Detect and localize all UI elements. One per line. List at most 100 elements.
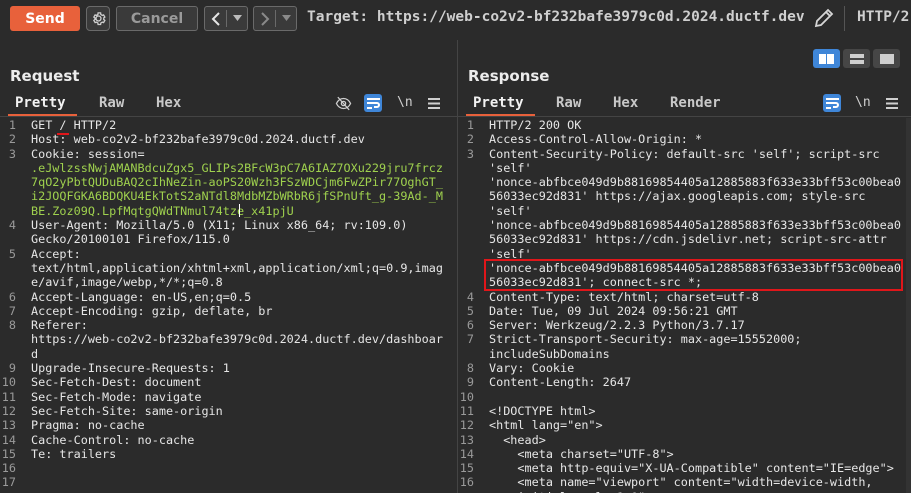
line-number: 15 bbox=[1, 446, 16, 461]
line-text: HTTP/2 200 OK bbox=[489, 118, 582, 132]
code-line: 'nonce-abfbce049d9b88169854405a12885883f… bbox=[458, 175, 906, 189]
line-text: Sec-Fetch-Dest: document bbox=[31, 375, 202, 390]
code-line: d bbox=[0, 347, 452, 361]
tab-hex[interactable]: Hex bbox=[156, 95, 181, 111]
line-text: 56033ec92d831' https://ajax.googleapis.c… bbox=[489, 189, 866, 204]
chevron-down-icon bbox=[232, 15, 242, 21]
code-line: 12 Sec-Fetch-Site: same-origin bbox=[0, 404, 452, 418]
line-number: 15 bbox=[459, 461, 474, 476]
line-text: Accept-Language: en-US,en;q=0.5 bbox=[31, 289, 252, 304]
code-line: 'self' bbox=[458, 247, 906, 261]
code-line: 16 bbox=[0, 461, 452, 475]
cancel-button[interactable]: Cancel bbox=[116, 6, 198, 31]
edit-target-button[interactable] bbox=[812, 6, 836, 30]
code-line: 7qO2yPbtQUDuBAQ2cIhNeZin-aoPS20Wzh3FSzWD… bbox=[0, 175, 452, 189]
settings-button[interactable] bbox=[86, 6, 110, 31]
tab-hex[interactable]: Hex bbox=[613, 95, 638, 111]
line-text: Pragma: no-cache bbox=[31, 418, 145, 433]
code-line: 13 <head> bbox=[458, 433, 906, 447]
line-number: 4 bbox=[8, 218, 16, 233]
divider bbox=[458, 116, 911, 117]
line-text: 'self' bbox=[489, 160, 532, 175]
http-version-selector[interactable]: HTTP/2 bbox=[857, 9, 909, 25]
line-number: 2 bbox=[8, 132, 16, 147]
wrap-lines-button[interactable] bbox=[364, 94, 382, 112]
layout-side-by-side-button[interactable] bbox=[813, 49, 840, 68]
gear-icon bbox=[92, 12, 106, 26]
request-menu-button[interactable] bbox=[425, 94, 443, 112]
tab-raw[interactable]: Raw bbox=[556, 95, 581, 111]
wrap-lines-button[interactable] bbox=[823, 94, 841, 112]
newline-toggle-button[interactable]: \n bbox=[855, 95, 871, 110]
rows-icon bbox=[849, 53, 864, 64]
forward-button[interactable] bbox=[254, 7, 275, 30]
response-scrollbar[interactable] bbox=[906, 118, 911, 493]
response-editor[interactable]: 1 HTTP/2 200 OK 2 Access-Control-Allow-Orig… bbox=[458, 118, 906, 493]
response-menu-button[interactable] bbox=[883, 94, 901, 112]
line-text: i2JOQFGKA6BDQKU4EkTotS2aNTdl8MdbMZbWRbR6… bbox=[31, 189, 443, 204]
line-text: d bbox=[31, 346, 39, 361]
request-title: Request bbox=[10, 67, 80, 85]
line-number: 13 bbox=[459, 432, 474, 447]
line-text: includeSubDomains bbox=[489, 346, 610, 361]
line-text: Te: trailers bbox=[31, 446, 117, 461]
line-number: 3 bbox=[8, 146, 16, 161]
line-number: 16 bbox=[459, 475, 474, 490]
back-history-dropdown[interactable] bbox=[227, 7, 247, 30]
back-button[interactable] bbox=[205, 7, 226, 30]
layout-stacked-button[interactable] bbox=[843, 49, 870, 68]
code-line: 2 Access-Control-Allow-Origin: * bbox=[458, 132, 906, 146]
send-button[interactable]: Send bbox=[10, 6, 80, 31]
request-editor[interactable]: 1 GET / HTTP/2 2 Host: web-co2v2-bf232bafe3… bbox=[0, 118, 452, 493]
code-line: 15 <meta http-equiv="X-UA-Compatible" co… bbox=[458, 461, 906, 475]
tab-render[interactable]: Render bbox=[670, 95, 721, 111]
code-line: 16 <meta name="viewport" content="width=… bbox=[458, 475, 906, 489]
line-number: 12 bbox=[459, 418, 474, 433]
line-number: 9 bbox=[8, 361, 16, 376]
hamburger-icon bbox=[428, 97, 440, 109]
hamburger-icon bbox=[886, 97, 898, 109]
line-text: Content-Security-Policy: default-src 'se… bbox=[489, 146, 880, 161]
line-text: https://web-co2v2-bf232bafe3979c0d.2024.… bbox=[31, 332, 443, 347]
code-line: i2JOQFGKA6BDQKU4EkTotS2aNTdl8MdbMZbWRbR6… bbox=[0, 189, 452, 203]
line-number: 7 bbox=[466, 332, 474, 347]
code-line: 6 Accept-Language: en-US,en;q=0.5 bbox=[0, 290, 452, 304]
tab-pretty[interactable]: Pretty bbox=[473, 95, 524, 111]
line-text: Upgrade-Insecure-Requests: 1 bbox=[31, 361, 230, 376]
code-line: .eJwlzssNwjAMANBdcuZgx5_GLIPs2BFcW3pC7A6… bbox=[0, 161, 452, 175]
line-text: Accept: bbox=[31, 246, 81, 261]
tab-pretty[interactable]: Pretty bbox=[15, 95, 66, 111]
code-line: 5 Date: Tue, 09 Jul 2024 09:56:21 GMT bbox=[458, 304, 906, 318]
line-text: Date: Tue, 09 Jul 2024 09:56:21 GMT bbox=[489, 303, 738, 318]
line-number: 6 bbox=[466, 318, 474, 333]
line-text: 56033ec92d831'; connect-src *; bbox=[489, 275, 703, 290]
line-number: 3 bbox=[466, 146, 474, 161]
code-line: 1 GET / HTTP/2 bbox=[0, 118, 452, 132]
line-number: 11 bbox=[1, 389, 16, 404]
line-text: Host: web-co2v2-bf232bafe3979c0d.2024.du… bbox=[31, 132, 365, 147]
hide-nonprinting-button[interactable] bbox=[334, 94, 352, 112]
line-number: 10 bbox=[1, 375, 16, 390]
layout-tabs-button[interactable] bbox=[873, 49, 900, 68]
tab-raw[interactable]: Raw bbox=[99, 95, 124, 111]
code-line: 12 <html lang="en"> bbox=[458, 418, 906, 432]
code-line: 3 Content-Security-Policy: default-src 's… bbox=[458, 147, 906, 161]
code-line: includeSubDomains bbox=[458, 347, 906, 361]
layout-toggles bbox=[813, 49, 900, 68]
code-line: 3 Cookie: session= bbox=[0, 147, 452, 161]
line-text: 'nonce-abfbce049d9b88169854405a12885883f… bbox=[489, 175, 901, 190]
wrap-lines-icon bbox=[825, 97, 839, 109]
code-line: 1 HTTP/2 200 OK bbox=[458, 118, 906, 132]
code-line: 4 User-Agent: Mozilla/5.0 (X11; Linux x86… bbox=[0, 218, 452, 232]
forward-history-dropdown[interactable] bbox=[276, 7, 296, 30]
line-text: GET / HTTP/2 bbox=[31, 118, 117, 132]
newline-toggle-button[interactable]: \n bbox=[397, 95, 413, 110]
line-number: 2 bbox=[466, 132, 474, 147]
single-pane-icon bbox=[879, 53, 894, 64]
code-line: 56033ec92d831' https://ajax.googleapis.c… bbox=[458, 189, 906, 203]
code-line: 'self' bbox=[458, 161, 906, 175]
line-text: Accept-Encoding: gzip, deflate, br bbox=[31, 303, 273, 318]
line-number: 14 bbox=[1, 432, 16, 447]
chevron-down-icon bbox=[281, 15, 291, 21]
line-text: Sec-Fetch-Mode: navigate bbox=[31, 389, 202, 404]
